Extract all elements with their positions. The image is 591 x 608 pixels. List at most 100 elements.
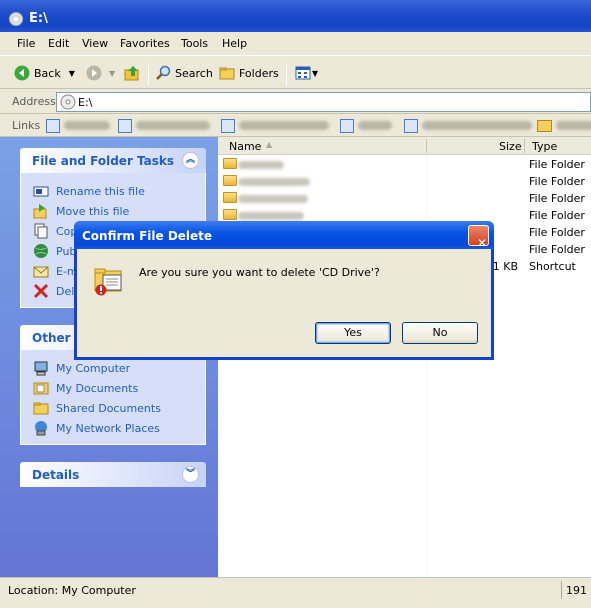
search-label: Search [175, 66, 213, 80]
globe-icon [33, 243, 49, 259]
place-my-computer[interactable]: My Computer [33, 358, 205, 378]
panel-header[interactable]: Details ︾ [20, 462, 206, 487]
toolbar-separator [148, 63, 149, 85]
file-name-blurred [238, 178, 310, 186]
dialog-title: Confirm File Delete [82, 229, 213, 243]
link-label-blurred [556, 121, 591, 130]
confirm-delete-dialog: Confirm File Delete ✕ Are you sure you w… [74, 221, 494, 360]
address-value: E:\ [78, 96, 93, 109]
file-name-blurred [238, 161, 284, 169]
folders-label: Folders [239, 66, 279, 80]
dialog-titlebar[interactable]: Confirm File Delete ✕ [74, 221, 494, 250]
menu-edit[interactable]: Edit [48, 37, 69, 50]
link-item[interactable] [118, 118, 210, 133]
link-item[interactable] [404, 118, 532, 133]
no-button[interactable]: No [402, 322, 478, 344]
address-bar: Address E:\ [0, 89, 591, 114]
menu-favorites[interactable]: Favorites [120, 37, 170, 50]
ie-page-icon [404, 118, 418, 133]
column-size[interactable]: Size [499, 140, 522, 153]
link-label-blurred [358, 121, 392, 130]
column-header-row: Name ▲ Size Type [218, 137, 591, 155]
menu-file[interactable]: File [17, 37, 35, 50]
network-globe-icon [33, 420, 49, 436]
chevron-up-icon[interactable]: ︽ [182, 152, 199, 169]
back-dropdown-icon[interactable]: ▼ [69, 69, 75, 78]
forward-button[interactable]: ▼ [86, 65, 115, 81]
email-icon [33, 263, 49, 279]
task-rename[interactable]: Rename this file [33, 181, 205, 201]
column-divider[interactable] [524, 139, 525, 153]
up-folder-button[interactable] [124, 65, 140, 81]
copy-icon [33, 223, 49, 239]
search-icon [156, 65, 171, 80]
status-right-text: 191 [566, 584, 587, 597]
file-name-blurred [238, 212, 304, 220]
ie-page-icon [118, 118, 132, 133]
task-move[interactable]: Move this file [33, 201, 205, 221]
forward-dropdown-icon[interactable]: ▼ [109, 69, 115, 78]
views-button[interactable]: ▼ [295, 65, 318, 81]
close-button[interactable]: ✕ [468, 225, 489, 250]
link-item[interactable] [537, 118, 591, 133]
folder-icon [537, 119, 552, 132]
ie-page-icon [340, 118, 354, 133]
file-type: Shortcut [529, 260, 576, 273]
computer-icon [33, 360, 49, 376]
place-label: My Network Places [56, 421, 160, 435]
cd-drive-icon [60, 94, 76, 110]
panel-title: Details [32, 468, 80, 482]
links-label: Links [12, 119, 41, 132]
views-dropdown-icon[interactable]: ▼ [312, 69, 318, 78]
yes-button[interactable]: Yes [315, 322, 391, 344]
move-icon [33, 203, 49, 219]
link-item[interactable] [340, 118, 392, 133]
status-divider [561, 581, 562, 599]
address-input[interactable]: E:\ [56, 92, 591, 112]
panel-header[interactable]: File and Folder Tasks ︽ [20, 148, 206, 173]
link-label-blurred [422, 121, 532, 130]
panel-title: File and Folder Tasks [32, 154, 175, 168]
menu-view[interactable]: View [82, 37, 108, 50]
chevron-down-icon[interactable]: ︾ [182, 466, 199, 483]
task-label: Move this file [56, 204, 130, 218]
ie-page-icon [46, 118, 60, 133]
up-folder-icon [124, 66, 139, 81]
column-name[interactable]: Name [229, 140, 261, 153]
menu-bar: File Edit View Favorites Tools Help [0, 32, 591, 55]
place-label: Shared Documents [56, 401, 161, 415]
folder-icon [33, 400, 49, 416]
file-type: File Folder [529, 243, 585, 256]
folders-button[interactable]: Folders [219, 65, 279, 81]
links-bar: Links [0, 114, 591, 137]
status-location: Location: My Computer [8, 584, 136, 597]
standard-toolbar: Back ▼ ▼ Search Folders ▼ [0, 55, 591, 89]
table-row[interactable]: File Folder [218, 190, 591, 207]
link-item[interactable] [221, 118, 329, 133]
place-shared-documents[interactable]: Shared Documents [33, 398, 205, 418]
link-label-blurred [239, 121, 329, 130]
folder-icon [223, 192, 237, 203]
forward-arrow-icon [86, 65, 102, 81]
column-divider[interactable] [426, 139, 427, 153]
back-label: Back [34, 66, 61, 80]
file-type: File Folder [529, 209, 585, 222]
sort-ascending-icon: ▲ [266, 140, 273, 149]
table-row[interactable]: File Folder [218, 173, 591, 190]
menu-tools[interactable]: Tools [181, 37, 208, 50]
toolbar-separator [286, 63, 287, 85]
back-arrow-icon [14, 65, 30, 81]
window-titlebar: E:\ [0, 0, 591, 32]
place-my-network-places[interactable]: My Network Places [33, 418, 205, 438]
back-button[interactable]: Back ▼ [14, 65, 75, 81]
file-type: File Folder [529, 192, 585, 205]
details-panel: Details ︾ [20, 462, 206, 487]
column-type[interactable]: Type [532, 140, 557, 153]
place-my-documents[interactable]: My Documents [33, 378, 205, 398]
search-button[interactable]: Search [156, 65, 213, 81]
ie-page-icon [221, 118, 235, 133]
menu-help[interactable]: Help [222, 37, 247, 50]
table-row[interactable]: File Folder [218, 156, 591, 173]
link-item[interactable] [46, 118, 110, 133]
cd-drive-icon [9, 12, 23, 26]
